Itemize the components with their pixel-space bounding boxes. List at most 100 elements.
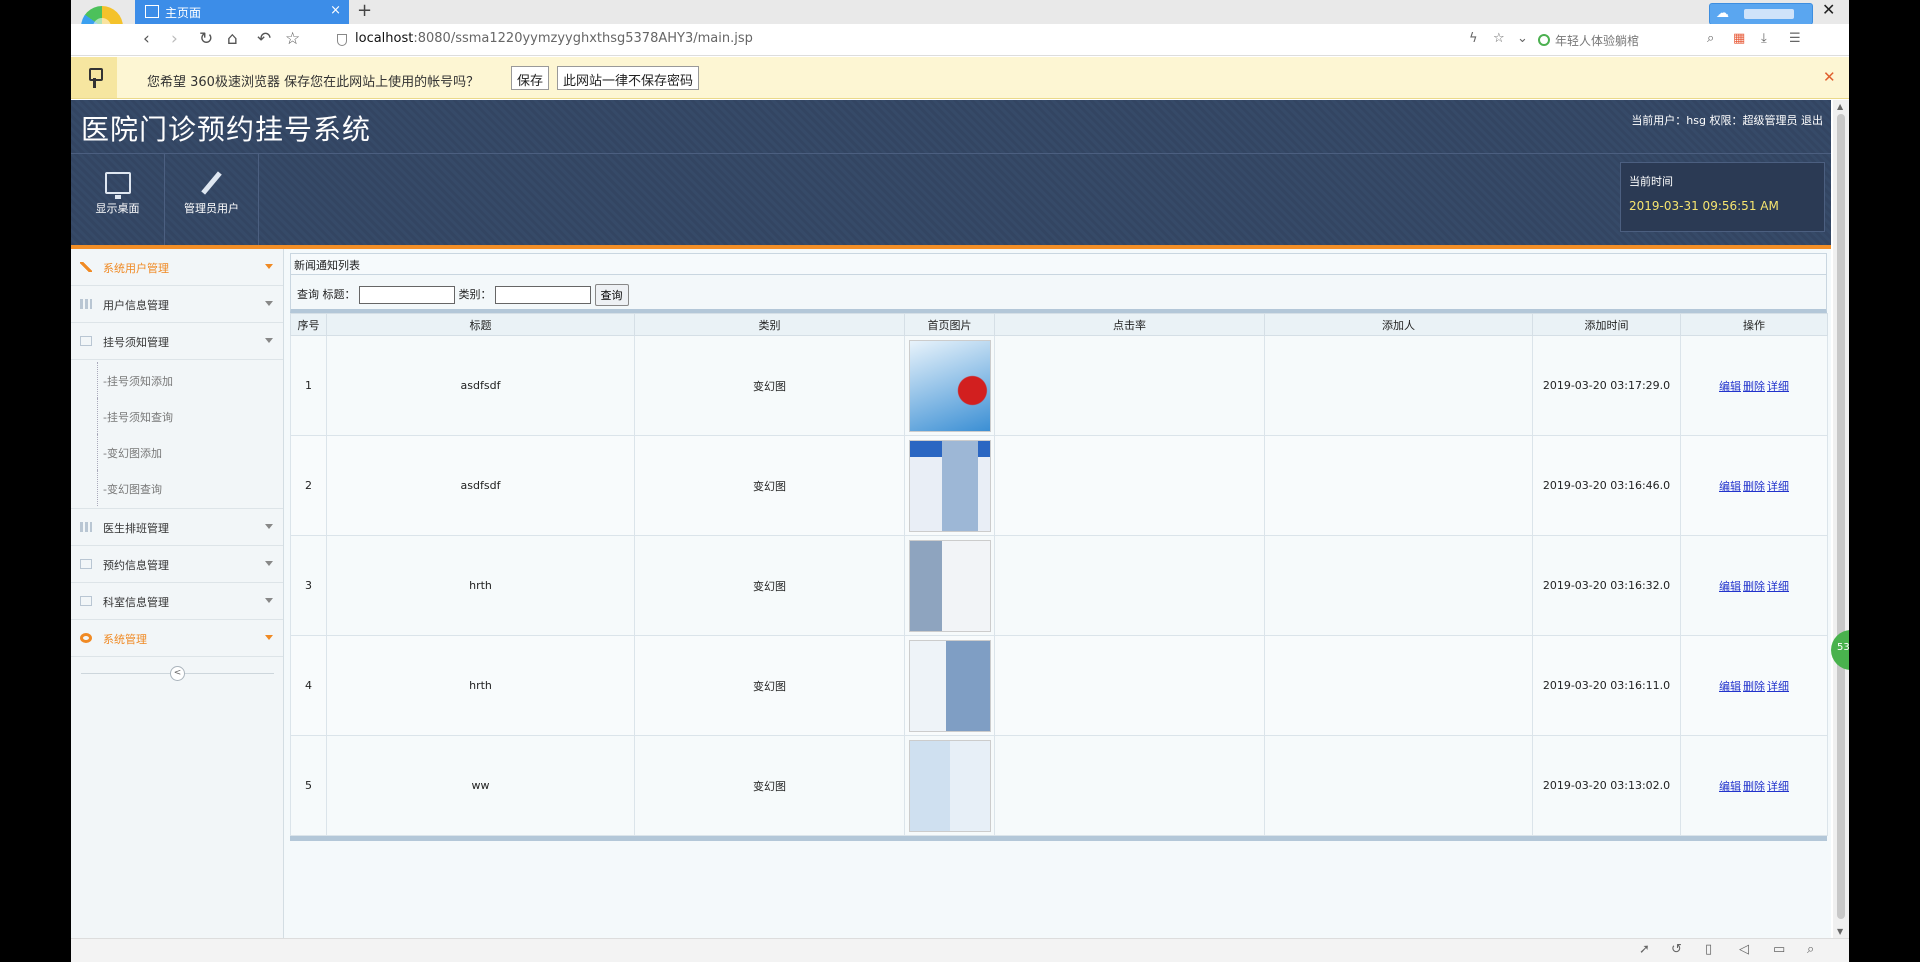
new-tab-button[interactable]: +	[357, 0, 372, 21]
menu-icon[interactable]: ☰	[1789, 31, 1801, 46]
sidebar-item-user-info[interactable]: 用户信息管理	[71, 286, 283, 323]
sidebar-item-label: 预约信息管理	[103, 559, 169, 572]
tab-main[interactable]: 主页面 ×	[135, 0, 349, 24]
tab-title: 主页面	[165, 6, 202, 20]
delete-link[interactable]: 删除	[1743, 380, 1765, 393]
category-input[interactable]	[495, 286, 591, 304]
title-input[interactable]	[359, 286, 455, 304]
row-title: asdfsdf	[326, 435, 635, 536]
apps-icon[interactable]: ▦	[1733, 31, 1745, 46]
user-info[interactable]: 当前用户：hsg 权限：超级管理员 退出	[1631, 112, 1823, 128]
scroll-down-icon[interactable]: ▼	[1837, 927, 1843, 936]
sidebar-collapse: <	[71, 657, 283, 691]
sidebar-item-doctor-schedule[interactable]: 医生排班管理	[71, 509, 283, 546]
url-host: localhost	[355, 31, 414, 46]
collapse-icon[interactable]: <	[170, 666, 185, 681]
column-header: 添加人	[1264, 313, 1533, 336]
detail-link[interactable]: 详细	[1767, 780, 1789, 793]
detail-link[interactable]: 详细	[1767, 680, 1789, 693]
delete-link[interactable]: 删除	[1743, 780, 1765, 793]
back-icon[interactable]: ‹	[143, 29, 150, 49]
sidebar-subitem-notice-add[interactable]: -挂号须知添加	[71, 362, 283, 398]
search-icon[interactable]: ⌕	[1707, 31, 1714, 46]
window-icon[interactable]: ▭	[1773, 942, 1785, 957]
edit-link[interactable]: 编辑	[1719, 480, 1741, 493]
undo-icon[interactable]: ↶	[257, 29, 271, 49]
time-label: 当前时间	[1629, 175, 1673, 188]
column-header: 序号	[290, 313, 327, 336]
time-box: 当前时间 2019-03-31 09:56:51 AM	[1620, 162, 1825, 232]
delete-link[interactable]: 删除	[1743, 680, 1765, 693]
delete-link[interactable]: 删除	[1743, 480, 1765, 493]
sidebar-item-notice[interactable]: 挂号须知管理	[71, 323, 283, 360]
row-time: 2019-03-20 03:16:46.0	[1532, 435, 1681, 536]
category-label: 类别：	[458, 288, 492, 301]
bookmark-star-icon[interactable]: ☆	[1493, 31, 1505, 46]
reload-icon[interactable]: ↻	[199, 29, 213, 49]
download-icon[interactable]: ⤓	[1761, 31, 1767, 46]
sidebar-subitem-slide-add[interactable]: -变幻图添加	[71, 434, 283, 470]
show-desktop-label: 显示桌面	[95, 202, 140, 215]
row-actions: 编辑 删除 详细	[1680, 635, 1828, 736]
table-header-row: 序号 标题 类别 首页图片 点击率 添加人 添加时间 操作	[290, 313, 1828, 336]
detail-link[interactable]: 详细	[1767, 480, 1789, 493]
edit-link[interactable]: 编辑	[1719, 580, 1741, 593]
trash-icon[interactable]: ▯	[1705, 942, 1712, 957]
edit-link[interactable]: 编辑	[1719, 780, 1741, 793]
window-close-button[interactable]: ✕	[1822, 0, 1835, 19]
refresh-icon[interactable]: ↺	[1671, 942, 1682, 957]
news-table: 序号 标题 类别 首页图片 点击率 添加人 添加时间 操作 1 asdfsdf	[290, 313, 1828, 836]
edit-link[interactable]: 编辑	[1719, 380, 1741, 393]
row-number: 2	[290, 435, 327, 536]
monitor-icon	[104, 172, 131, 199]
row-time: 2019-03-20 03:16:11.0	[1532, 635, 1681, 736]
forward-icon[interactable]: ›	[171, 29, 178, 49]
row-number: 3	[290, 535, 327, 636]
grid-icon	[80, 299, 92, 309]
sidebar-item-departments[interactable]: 科室信息管理	[71, 583, 283, 620]
search-hint[interactable]: 年轻人体验躺棺	[1555, 32, 1639, 49]
edit-link[interactable]: 编辑	[1719, 680, 1741, 693]
speaker-icon[interactable]: ◁	[1739, 942, 1749, 957]
star-icon[interactable]: ☆	[285, 29, 300, 49]
cloud-account-button[interactable]: ☁	[1709, 3, 1813, 25]
show-desktop-button[interactable]: 显示桌面	[71, 154, 165, 245]
row-clicks	[994, 435, 1265, 536]
chevron-down-icon	[265, 598, 273, 603]
row-category: 变幻图	[634, 335, 905, 436]
url-field[interactable]: localhost:8080/ssma1220yymzyyghxthsg5378…	[355, 31, 753, 46]
zoom-icon[interactable]: ⌕	[1807, 942, 1814, 957]
time-value: 2019-03-31 09:56:51 AM	[1629, 199, 1779, 213]
lightning-icon[interactable]: ϟ	[1469, 31, 1478, 46]
sidebar-item-system[interactable]: 系统管理	[71, 620, 283, 657]
home-icon[interactable]: ⌂	[227, 29, 238, 49]
sidebar-item-label: 用户信息管理	[103, 299, 169, 312]
vertical-scrollbar[interactable]: ▲ ▼	[1833, 100, 1849, 938]
detail-link[interactable]: 详细	[1767, 580, 1789, 593]
scroll-up-icon[interactable]: ▲	[1837, 102, 1843, 111]
chevron-down-icon	[265, 524, 273, 529]
scroll-thumb[interactable]	[1837, 114, 1845, 919]
row-actions: 编辑 删除 详细	[1680, 435, 1828, 536]
admin-user-button[interactable]: 管理员用户	[165, 154, 259, 245]
row-number: 1	[290, 335, 327, 436]
shield-icon	[337, 34, 347, 46]
row-category: 变幻图	[634, 435, 905, 536]
rocket-icon[interactable]: ➚	[1639, 942, 1650, 957]
query-button[interactable]: 查询	[594, 284, 629, 306]
detail-link[interactable]: 详细	[1767, 380, 1789, 393]
sidebar-subitem-slide-query[interactable]: -变幻图查询	[71, 470, 283, 506]
sidebar: 系统用户管理 用户信息管理 挂号须知管理 -挂号须知添加 -挂号须知查询 -变幻…	[71, 249, 284, 938]
delete-link[interactable]: 删除	[1743, 580, 1765, 593]
save-password-button[interactable]: 保存	[511, 66, 550, 90]
row-actions: 编辑 删除 详细	[1680, 535, 1828, 636]
sidebar-item-appointments[interactable]: 预约信息管理	[71, 546, 283, 583]
sidebar-item-system-users[interactable]: 系统用户管理	[71, 249, 283, 286]
tab-close-icon[interactable]: ×	[330, 3, 341, 18]
row-title: hrth	[326, 635, 635, 736]
password-bar-close-icon[interactable]: ✕	[1823, 68, 1836, 86]
sidebar-subitem-notice-query[interactable]: -挂号须知查询	[71, 398, 283, 434]
query-label: 查询	[297, 288, 319, 301]
never-save-button[interactable]: 此网站一律不保存密码	[557, 66, 700, 90]
chevron-down-icon[interactable]: ⌄	[1517, 31, 1528, 46]
